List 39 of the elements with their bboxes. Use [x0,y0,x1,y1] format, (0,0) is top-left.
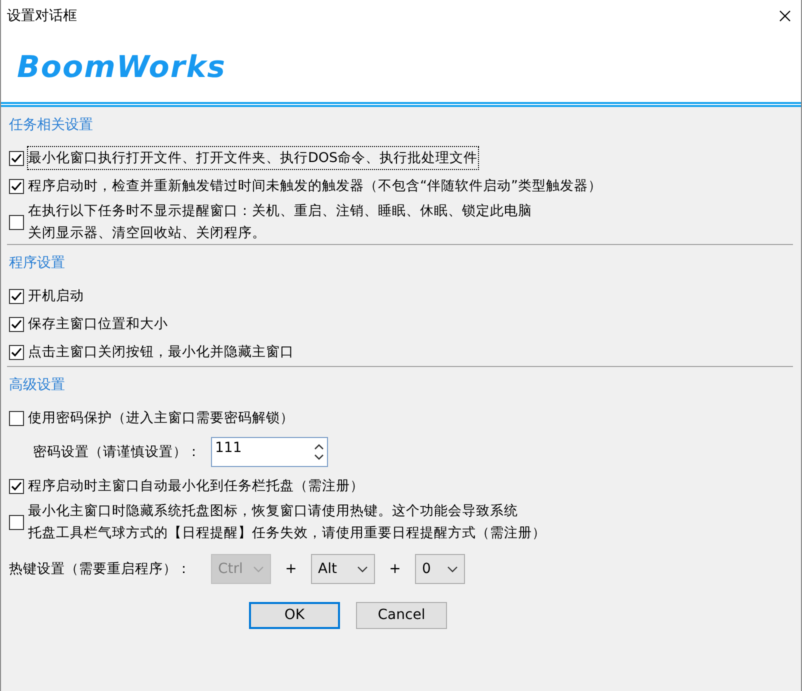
dialog-button[interactable]: OK [249,602,340,629]
close-icon[interactable] [779,10,791,22]
checkbox-label[interactable]: 开机启动 [28,285,84,307]
spin-up-icon[interactable] [314,443,324,450]
checkbox-label[interactable]: 在执行以下任务时不显示提醒窗口：关机、重启、注销、睡眠、休眠、锁定此电脑 [28,200,532,222]
hotkey-label: 热键设置（需要重启程序）： [9,560,191,579]
hotkey-dropdown[interactable]: 0 [415,554,465,584]
checkbox-label[interactable]: 使用密码保护（进入主窗口需要密码解锁） [28,407,294,429]
checkbox[interactable] [9,150,24,166]
checkbox[interactable] [9,288,24,304]
caret-icon[interactable] [357,566,368,572]
window-title: 设置对话框 [7,6,77,26]
spin-field[interactable]: 111 [211,437,328,467]
checkbox-label[interactable]: 程序启动时，检查并重新触发错过时间未触发的触发器（不包含“伴随软件启动”类型触发器） [28,175,602,197]
checkbox-label[interactable]: 关闭显示器、清空回收站、关闭程序。 [28,222,266,244]
checkbox-label[interactable]: 点击主窗口关闭按钮，最小化并隐藏主窗口 [28,341,294,363]
checkbox[interactable] [9,178,24,194]
checkbox-label[interactable]: 托盘工具栏气球方式的【日程提醒】任务失效，请使用重要日程提醒方式（需注册） [28,522,546,544]
checkbox-label[interactable]: 保存主窗口位置和大小 [28,313,168,335]
checkbox-label[interactable]: 最小化主窗口时隐藏系统托盘图标，恢复窗口请使用热键。这个功能会导致系统 [28,500,518,522]
checkbox[interactable] [9,344,24,360]
caret-icon[interactable] [447,566,458,572]
checkbox[interactable] [9,514,24,530]
checkbox[interactable] [9,478,24,494]
logo: BoomWorks [17,48,226,86]
plus-sign: + [284,560,298,578]
spin-down-icon[interactable] [314,454,324,461]
section-heading: 高级设置 [9,376,65,395]
dialog-button[interactable]: Cancel [356,602,447,629]
field-label: 密码设置（请谨慎设置）： [33,443,201,462]
checkbox[interactable] [9,214,24,230]
section-heading: 任务相关设置 [9,116,93,135]
plus-sign: + [388,560,402,578]
checkbox-label[interactable]: 程序启动时主窗口自动最小化到任务栏托盘（需注册） [28,475,364,497]
checkbox[interactable] [9,316,24,332]
section-heading: 程序设置 [9,254,65,273]
checkbox-label[interactable]: 最小化窗口执行打开文件、打开文件夹、执行DOS命令、执行批处理文件 [28,147,478,169]
hotkey-dropdown[interactable]: Alt [311,554,375,584]
checkbox[interactable] [9,410,24,426]
